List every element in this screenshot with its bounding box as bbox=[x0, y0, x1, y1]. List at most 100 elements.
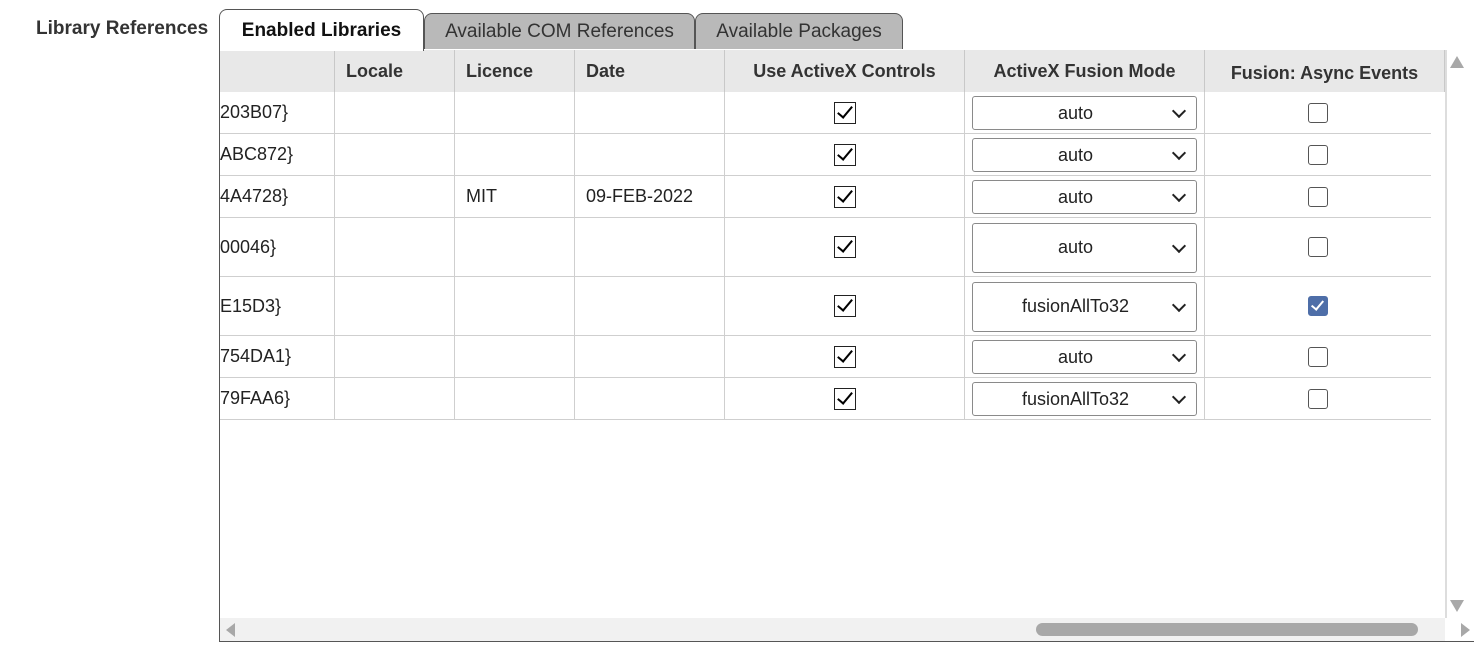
cell-fusion-mode: auto bbox=[965, 218, 1205, 276]
cell-locale bbox=[335, 92, 455, 133]
tab-enabled-libraries[interactable]: Enabled Libraries bbox=[219, 9, 424, 51]
scroll-right-arrow-icon[interactable] bbox=[1461, 623, 1470, 637]
async-events-checkbox[interactable] bbox=[1308, 296, 1328, 316]
cell-async-events bbox=[1205, 336, 1431, 377]
cell-date bbox=[575, 277, 725, 335]
cell-locale bbox=[335, 134, 455, 175]
async-events-checkbox[interactable] bbox=[1308, 186, 1328, 207]
cell-guid: 754DA1} bbox=[220, 336, 335, 377]
table-row[interactable]: 00046} auto bbox=[220, 218, 1431, 277]
cell-guid: 79FAA6} bbox=[220, 378, 335, 419]
cell-licence bbox=[455, 378, 575, 419]
cell-date bbox=[575, 92, 725, 133]
cell-use-activex bbox=[725, 218, 965, 276]
header-licence[interactable]: Licence bbox=[455, 50, 575, 92]
table-row[interactable]: 754DA1} auto bbox=[220, 336, 1431, 378]
cell-async-events bbox=[1205, 378, 1431, 419]
chevron-down-icon bbox=[1171, 297, 1187, 312]
cell-guid: 4A4728} bbox=[220, 176, 335, 217]
cell-date: 09-FEB-2022 bbox=[575, 176, 725, 217]
cell-guid: ABC872} bbox=[220, 134, 335, 175]
chevron-down-icon bbox=[1171, 187, 1187, 203]
cell-licence bbox=[455, 134, 575, 175]
fusion-mode-value: auto bbox=[1057, 346, 1094, 367]
header-date[interactable]: Date bbox=[575, 50, 725, 92]
fusion-mode-select[interactable]: auto bbox=[972, 96, 1197, 130]
cell-locale bbox=[335, 176, 455, 217]
cell-guid: E15D3} bbox=[220, 277, 335, 335]
header-fusion-async-events[interactable]: Fusion: Async Events bbox=[1205, 50, 1445, 92]
grid-header: Locale Licence Date Use ActiveX Controls… bbox=[220, 50, 1445, 92]
chevron-down-icon bbox=[1171, 103, 1187, 119]
async-events-checkbox[interactable] bbox=[1308, 237, 1328, 257]
cell-fusion-mode: auto bbox=[965, 336, 1205, 377]
header-locale[interactable]: Locale bbox=[335, 50, 455, 92]
async-events-checkbox[interactable] bbox=[1308, 144, 1328, 165]
activex-checkmark-icon[interactable] bbox=[833, 236, 856, 258]
cell-use-activex bbox=[725, 134, 965, 175]
header-activex-fusion-mode[interactable]: ActiveX Fusion Mode bbox=[965, 50, 1205, 92]
table-row[interactable]: ABC872} auto bbox=[220, 134, 1431, 176]
activex-checkmark-icon[interactable] bbox=[833, 185, 856, 208]
header-guid[interactable] bbox=[220, 50, 335, 92]
tab-available-com-references[interactable]: Available COM References bbox=[424, 13, 695, 49]
cell-date bbox=[575, 336, 725, 377]
cell-async-events bbox=[1205, 176, 1431, 217]
vertical-scroll-track bbox=[1445, 50, 1447, 618]
activex-checkmark-icon[interactable] bbox=[833, 101, 856, 124]
header-use-activex-controls[interactable]: Use ActiveX Controls bbox=[725, 50, 965, 92]
fusion-mode-select[interactable]: auto bbox=[972, 222, 1197, 273]
fusion-mode-value: auto bbox=[1057, 237, 1094, 257]
cell-fusion-mode: auto bbox=[965, 92, 1205, 133]
async-events-checkbox[interactable] bbox=[1308, 388, 1328, 409]
enabled-libraries-panel: Locale Licence Date Use ActiveX Controls… bbox=[219, 50, 1474, 642]
table-row[interactable]: 4A4728} MIT 09-FEB-2022 auto bbox=[220, 176, 1431, 218]
fusion-mode-select[interactable]: fusionAllTo32 bbox=[972, 281, 1197, 332]
scroll-left-arrow-icon[interactable] bbox=[226, 623, 235, 637]
table-row[interactable]: E15D3} fusionAllTo32 bbox=[220, 277, 1431, 336]
cell-guid: 203B07} bbox=[220, 92, 335, 133]
scroll-up-arrow-icon[interactable] bbox=[1450, 56, 1464, 68]
async-events-checkbox[interactable] bbox=[1308, 346, 1328, 367]
cell-licence bbox=[455, 92, 575, 133]
table-row[interactable]: 203B07} auto bbox=[220, 92, 1431, 134]
cell-licence bbox=[455, 336, 575, 377]
fusion-mode-value: auto bbox=[1057, 144, 1094, 165]
cell-date bbox=[575, 218, 725, 276]
horizontal-scrollbar[interactable] bbox=[220, 618, 1470, 641]
table-row[interactable]: 79FAA6} fusionAllTo32 bbox=[220, 378, 1431, 420]
cell-locale bbox=[335, 218, 455, 276]
activex-checkmark-icon[interactable] bbox=[833, 295, 856, 317]
cell-use-activex bbox=[725, 336, 965, 377]
cell-use-activex bbox=[725, 176, 965, 217]
activex-checkmark-icon[interactable] bbox=[833, 143, 856, 166]
fusion-mode-select[interactable]: auto bbox=[972, 340, 1197, 374]
horizontal-scroll-thumb[interactable] bbox=[1036, 623, 1418, 636]
cell-fusion-mode: fusionAllTo32 bbox=[965, 277, 1205, 335]
cell-use-activex bbox=[725, 92, 965, 133]
activex-checkmark-icon[interactable] bbox=[833, 345, 856, 368]
cell-async-events bbox=[1205, 218, 1431, 276]
cell-fusion-mode: auto bbox=[965, 176, 1205, 217]
fusion-mode-value: fusionAllTo32 bbox=[1021, 388, 1130, 409]
chevron-down-icon bbox=[1171, 238, 1187, 253]
fusion-mode-value: auto bbox=[1057, 186, 1094, 207]
cell-use-activex bbox=[725, 378, 965, 419]
chevron-down-icon bbox=[1171, 347, 1187, 363]
fusion-mode-select[interactable]: auto bbox=[972, 138, 1197, 172]
fusion-mode-select[interactable]: auto bbox=[972, 180, 1197, 214]
cell-licence: MIT bbox=[455, 176, 575, 217]
cell-async-events bbox=[1205, 92, 1431, 133]
cell-fusion-mode: fusionAllTo32 bbox=[965, 378, 1205, 419]
cell-licence bbox=[455, 218, 575, 276]
cell-async-events bbox=[1205, 277, 1431, 335]
cell-locale bbox=[335, 336, 455, 377]
scroll-down-arrow-icon[interactable] bbox=[1450, 600, 1464, 612]
activex-checkmark-icon[interactable] bbox=[833, 387, 856, 410]
tab-available-packages[interactable]: Available Packages bbox=[695, 13, 903, 49]
fusion-mode-select[interactable]: fusionAllTo32 bbox=[972, 382, 1197, 416]
cell-guid: 00046} bbox=[220, 218, 335, 276]
cell-use-activex bbox=[725, 277, 965, 335]
vertical-scrollbar[interactable] bbox=[1445, 50, 1474, 618]
async-events-checkbox[interactable] bbox=[1308, 102, 1328, 123]
